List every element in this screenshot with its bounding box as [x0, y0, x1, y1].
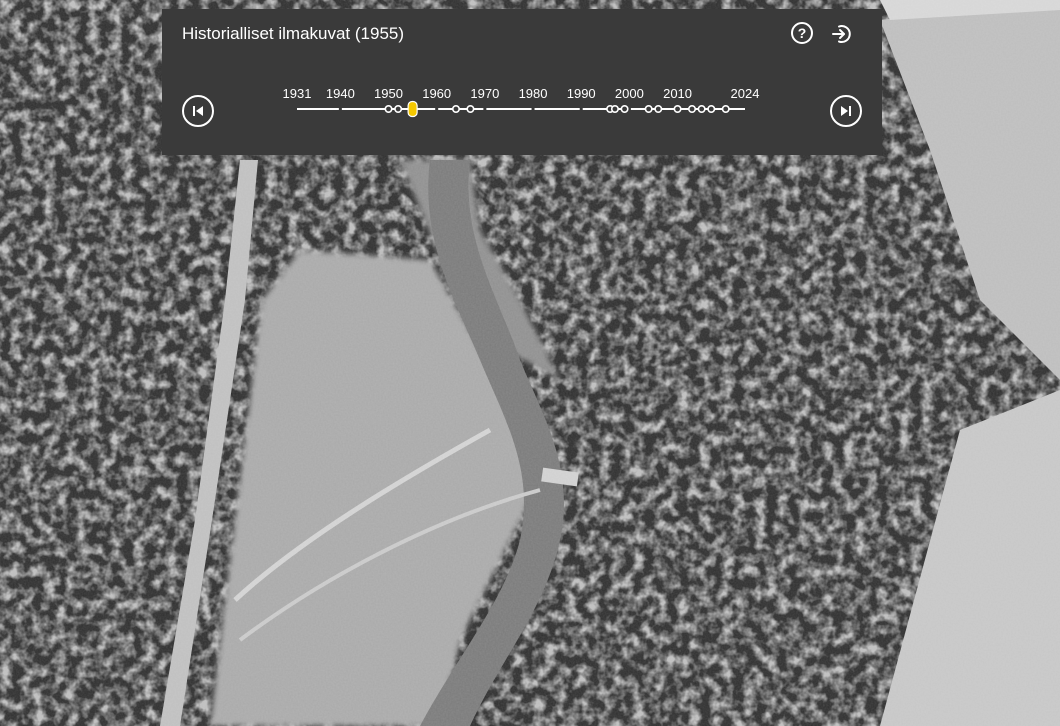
timeline-year-marker[interactable] — [673, 105, 682, 114]
timeline-year-marker[interactable] — [451, 105, 460, 114]
timeline-year-marker[interactable] — [394, 105, 403, 114]
historical-photos-panel: Historialliset ilmakuvat (1955) ? 1931 19… — [162, 9, 882, 155]
year-timeline: 1931 1940 1950 1960 1970 1980 1990 2000 2010 2024 — [162, 9, 882, 155]
timeline-year-marker[interactable] — [654, 105, 663, 114]
timeline-year-marker[interactable] — [644, 105, 653, 114]
timeline-year-marker[interactable] — [697, 105, 706, 114]
selected-year-marker[interactable] — [407, 100, 418, 118]
timeline-year-marker[interactable] — [707, 105, 716, 114]
timeline-year-marker[interactable] — [620, 105, 629, 114]
timeline-year-marker[interactable] — [384, 105, 393, 114]
timeline-year-marker[interactable] — [610, 105, 619, 114]
timeline-year-marker[interactable] — [721, 105, 730, 114]
timeline-year-marker[interactable] — [466, 105, 475, 114]
timeline-track[interactable] — [162, 9, 882, 155]
timeline-year-marker[interactable] — [688, 105, 697, 114]
